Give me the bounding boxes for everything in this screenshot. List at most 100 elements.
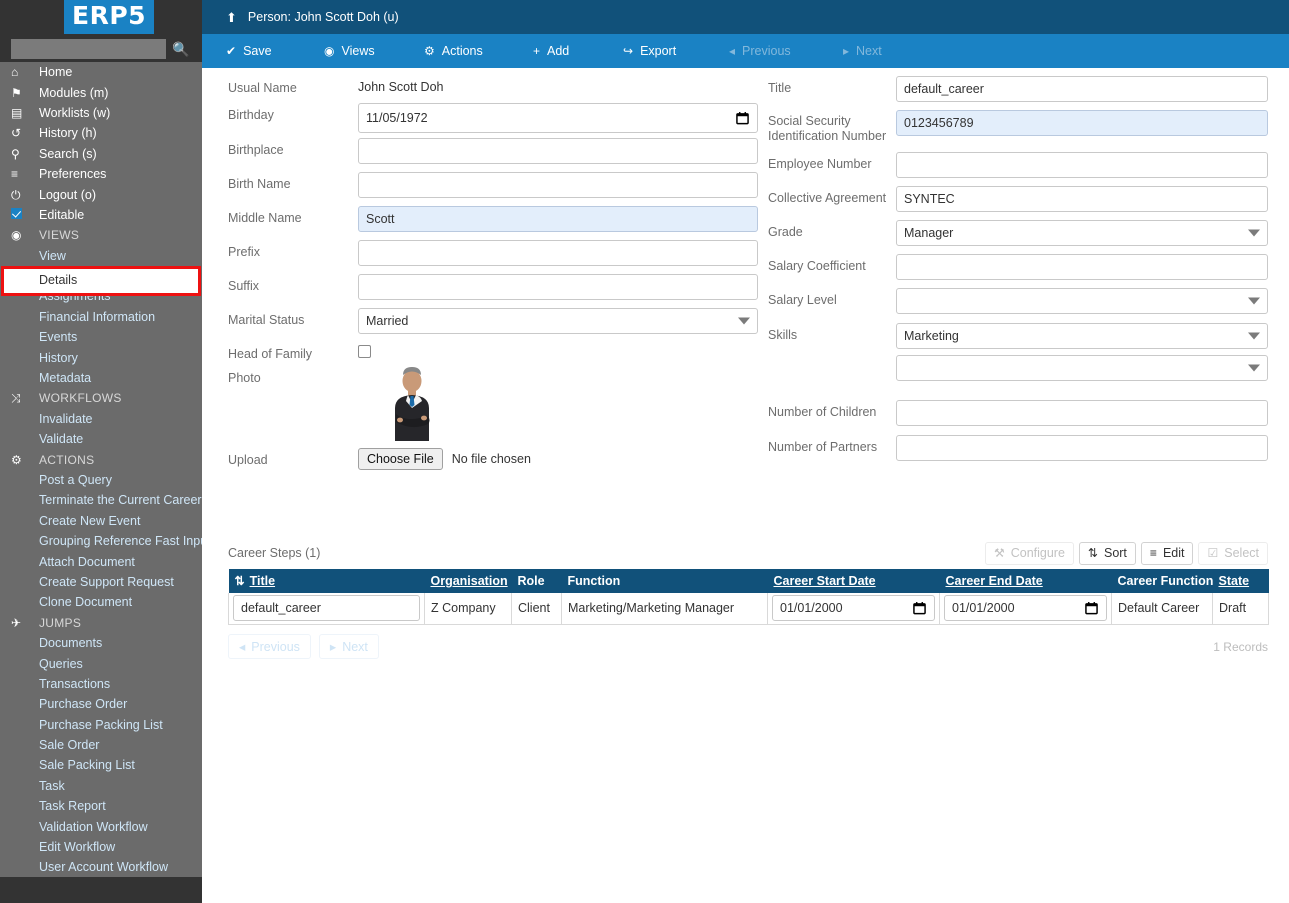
save-button[interactable]: ✔ Save	[226, 44, 272, 58]
sidebar-item-financial-information[interactable]: Financial Information	[0, 307, 202, 327]
erp5-logo[interactable]: ERP5	[64, 0, 155, 34]
add-button[interactable]: + Add	[533, 44, 569, 58]
column-header-title[interactable]: ⇅ Title	[228, 569, 425, 593]
label-title: Title	[768, 81, 792, 95]
sidebar-item-post-a-query[interactable]: Post a Query	[0, 470, 202, 490]
sidebar-item-create-support-request[interactable]: Create Support Request	[0, 572, 202, 592]
birth-name-input[interactable]	[358, 172, 758, 198]
previous-page-button[interactable]: ◂ Previous	[228, 634, 311, 659]
birthplace-input[interactable]	[358, 138, 758, 164]
sidebar-item-task[interactable]: Task	[0, 776, 202, 796]
control-birthday	[358, 103, 758, 133]
row-start_date-input[interactable]	[772, 595, 935, 622]
sidebar-item-preferences[interactable]: ≡ Preferences	[0, 164, 202, 184]
sidebar-item-history[interactable]: History	[0, 347, 202, 367]
sidebar-item-edit-workflow[interactable]: Edit Workflow	[0, 837, 202, 857]
sidebar-item-details[interactable]: Details	[39, 273, 77, 287]
column-header-end_date[interactable]: Career End Date	[939, 569, 1112, 593]
sidebar-item-modules[interactable]: ⚑ Modules (m)	[0, 82, 202, 102]
search-icon[interactable]: 🔍	[172, 42, 189, 56]
sidebar-group-views[interactable]: ◉ VIEWS	[0, 225, 202, 245]
sidebar-item-create-new-event[interactable]: Create New Event	[0, 511, 202, 531]
sidebar-item-label: Metadata	[39, 371, 92, 386]
row-end_date-input[interactable]	[944, 595, 1107, 622]
birthday-input[interactable]	[358, 103, 758, 133]
sidebar-item-documents[interactable]: Documents	[0, 633, 202, 653]
control-skills-secondary	[896, 355, 1268, 381]
sidebar-item-queries[interactable]: Queries	[0, 653, 202, 673]
plus-icon: +	[533, 44, 541, 58]
suffix-input[interactable]	[358, 274, 758, 300]
sidebar-item-logout[interactable]: ⏻ Logout (o)	[0, 184, 202, 204]
search-input[interactable]	[11, 39, 166, 59]
sidebar-item-events[interactable]: Events	[0, 327, 202, 347]
collective-agreement-input[interactable]	[896, 186, 1268, 212]
edit-button[interactable]: ≡ Edit	[1140, 541, 1194, 565]
main-content: Usual Name John Scott Doh Birthday Birthpla…	[202, 68, 1289, 903]
sidebar-item-invalidate[interactable]: Invalidate	[0, 409, 202, 429]
actions-button[interactable]: ⚙ Actions	[424, 44, 483, 58]
sidebar-item-clone-document[interactable]: Clone Document	[0, 592, 202, 612]
sidebar-group-jumps[interactable]: ✈ JUMPS	[0, 613, 202, 633]
sidebar-item-assignments[interactable]: Assignments	[0, 286, 202, 306]
sidebar-item-label: Home	[39, 65, 73, 80]
marital-status-select-wrapper	[358, 308, 758, 334]
views-button[interactable]: ◉ Views	[324, 44, 375, 58]
sidebar-item-editable[interactable]: Editable	[0, 205, 202, 225]
marital-status-select[interactable]	[358, 308, 758, 334]
social-security-id-input[interactable]	[896, 110, 1268, 136]
up-arrow-icon[interactable]: ⬆	[226, 11, 237, 24]
sidebar-item-search[interactable]: ⚲ Search (s)	[0, 144, 202, 164]
salary-level-select[interactable]	[896, 288, 1268, 314]
sidebar-item-home[interactable]: ⌂ Home	[0, 62, 202, 82]
sidebar-item-label: Editable	[39, 207, 85, 222]
sidebar-item-purchase-order[interactable]: Purchase Order	[0, 694, 202, 714]
title-input[interactable]	[896, 76, 1268, 102]
sidebar-item-details[interactable]: Details	[0, 266, 202, 286]
sort-button[interactable]: ⇅ Sort	[1078, 541, 1136, 565]
column-header-function[interactable]: Function	[561, 569, 768, 593]
export-button[interactable]: ↪ Export	[623, 44, 676, 58]
sidebar-item-sale-packing-list[interactable]: Sale Packing List	[0, 755, 202, 775]
column-header-role[interactable]: Role	[511, 569, 562, 593]
sidebar-group-actions[interactable]: ⚙ ACTIONS	[0, 449, 202, 469]
sort-icon: ⇅	[234, 574, 245, 588]
choose-file-button[interactable]: Choose File	[358, 448, 443, 470]
prefix-input[interactable]	[358, 240, 758, 266]
sidebar-item-attach-document[interactable]: Attach Document	[0, 551, 202, 571]
sidebar-item-grouping-reference-fast-input[interactable]: Grouping Reference Fast Input	[0, 531, 202, 551]
sidebar-item-task-report[interactable]: Task Report	[0, 796, 202, 816]
sidebar-item-purchase-packing-list[interactable]: Purchase Packing List	[0, 715, 202, 735]
sidebar-group-workflows[interactable]: ⤨ WORKFLOWS	[0, 388, 202, 408]
grade-select[interactable]	[896, 220, 1268, 246]
skills-secondary-select[interactable]	[896, 355, 1268, 381]
head-of-family-checkbox[interactable]	[358, 345, 371, 358]
column-header-label: Organisation	[430, 574, 508, 588]
column-header-career_function[interactable]: Career Function	[1111, 569, 1213, 593]
sidebar-item-user-account-workflow[interactable]: User Account Workflow	[0, 857, 202, 877]
number-of-partners-input[interactable]	[896, 435, 1268, 461]
skills-select[interactable]	[896, 323, 1268, 349]
column-header-state[interactable]: State	[1212, 569, 1269, 593]
sidebar-item-worklists[interactable]: ▤ Worklists (w)	[0, 103, 202, 123]
salary-coefficient-input[interactable]	[896, 254, 1268, 280]
number-of-children-input[interactable]	[896, 400, 1268, 426]
sidebar-item-sale-order[interactable]: Sale Order	[0, 735, 202, 755]
sidebar-item-validation-workflow[interactable]: Validation Workflow	[0, 816, 202, 836]
form-column-left: Usual Name John Scott Doh Birthday Birthpla…	[228, 76, 758, 478]
employee-number-input[interactable]	[896, 152, 1268, 178]
sidebar-item-metadata[interactable]: Metadata	[0, 368, 202, 388]
row-title-input[interactable]	[233, 595, 420, 622]
sidebar-item-history[interactable]: ↺ History (h)	[0, 123, 202, 143]
column-header-start_date[interactable]: Career Start Date	[767, 569, 940, 593]
sidebar-item-validate[interactable]: Validate	[0, 429, 202, 449]
sidebar-item-view[interactable]: View	[0, 246, 202, 266]
sidebar-item-terminate-the-current-career[interactable]: Terminate the Current Career…	[0, 490, 202, 510]
sidebar-item-transactions[interactable]: Transactions	[0, 674, 202, 694]
listbox-title: Career Steps (1)	[228, 546, 321, 560]
check-icon: ✔	[226, 44, 237, 58]
column-header-organisation[interactable]: Organisation	[424, 569, 512, 593]
middle-name-input[interactable]	[358, 206, 758, 232]
label-prefix: Prefix	[228, 245, 260, 259]
next-page-button[interactable]: ▸ Next	[318, 634, 379, 659]
